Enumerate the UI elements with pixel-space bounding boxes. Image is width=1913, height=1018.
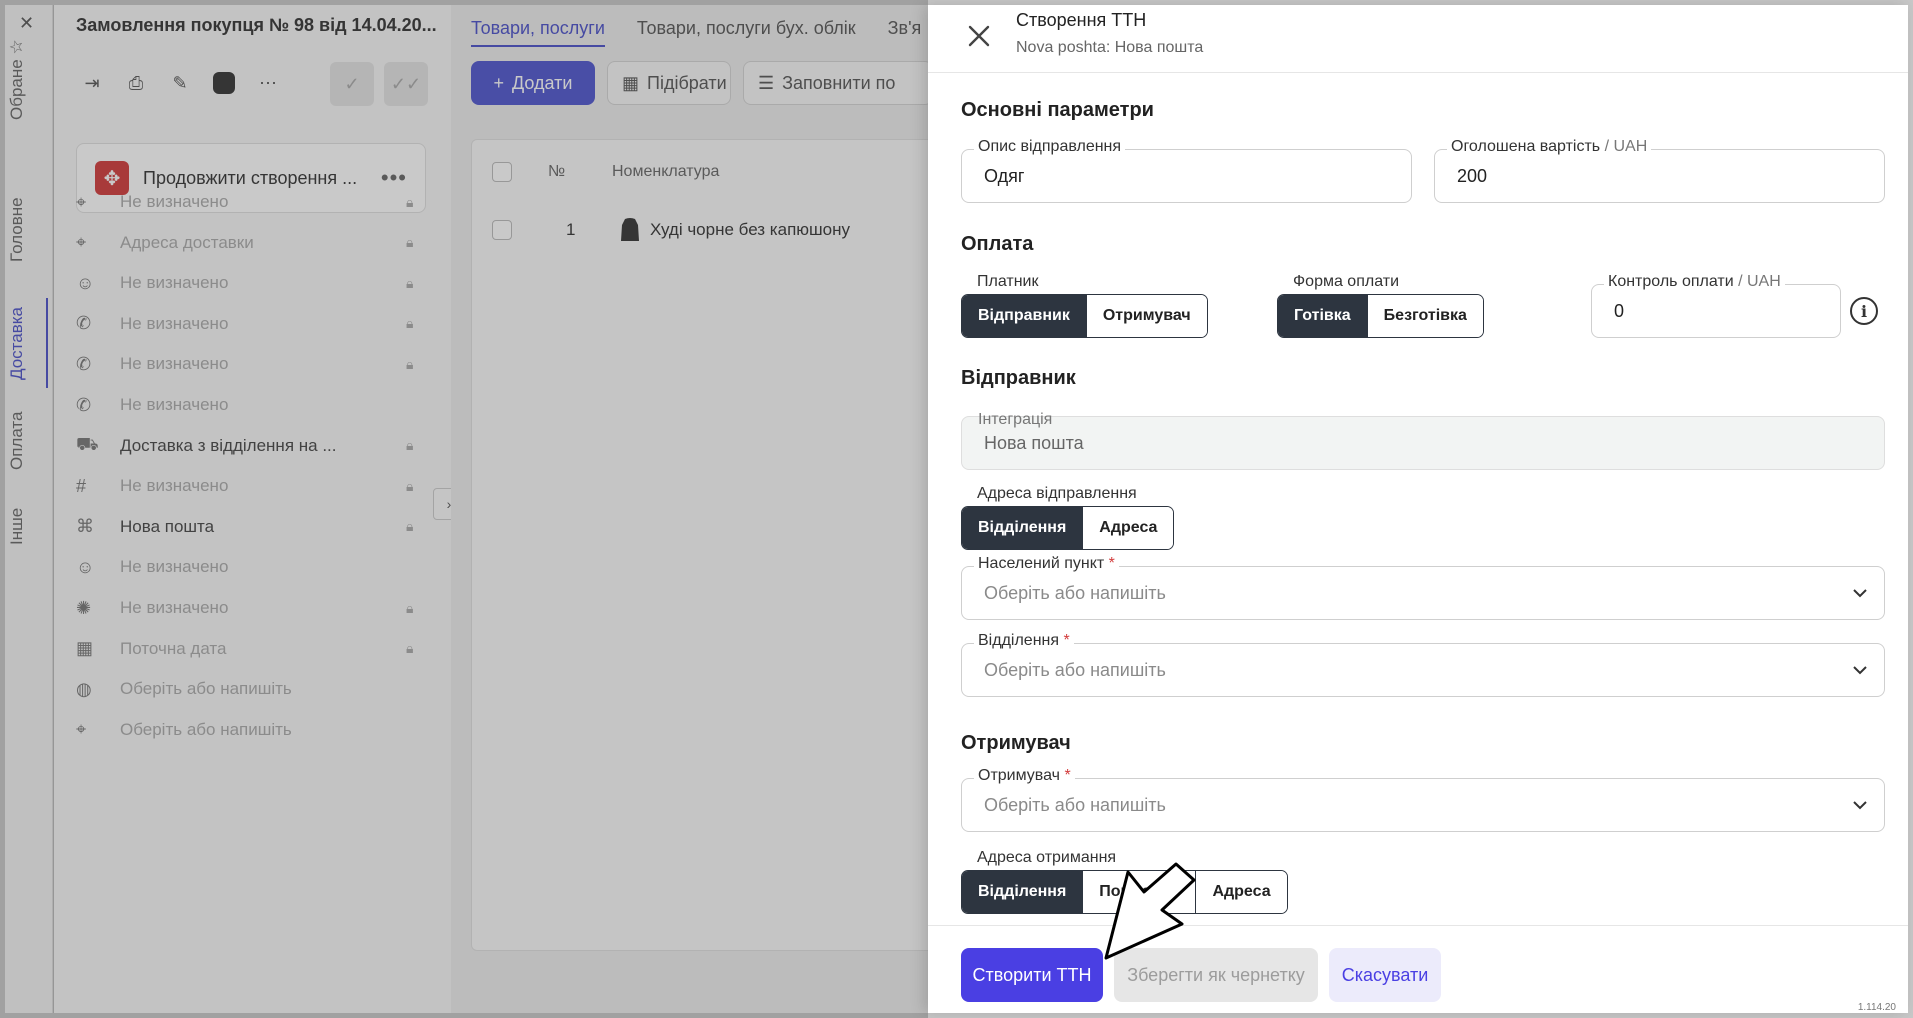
drawer-body: Основні параметри Опис відправлення Одяг… bbox=[928, 73, 1908, 925]
section-title-payment: Оплата bbox=[961, 233, 1034, 255]
shipment-description-field[interactable]: Опис відправлення Одяг bbox=[961, 138, 1412, 203]
drawer-title: Створення ТТН bbox=[1016, 10, 1147, 30]
integration-field: Інтеграція Нова пошта bbox=[961, 411, 1885, 470]
payment-control-field[interactable]: Контроль оплати / UAH 0 bbox=[1591, 273, 1841, 338]
payment-form-segmented-control: Готівка Безготівка bbox=[1277, 294, 1484, 338]
chevron-down-icon bbox=[1853, 666, 1867, 675]
declared-value-field[interactable]: Оголошена вартість / UAH 200 bbox=[1434, 138, 1885, 203]
cancel-button[interactable]: Скасувати bbox=[1329, 948, 1441, 1002]
recipient-label: Отримувач * bbox=[974, 767, 1075, 785]
modal-overlay[interactable] bbox=[0, 0, 928, 1018]
recipient-placeholder: Оберіть або напишіть bbox=[984, 795, 1166, 815]
save-draft-button[interactable]: Зберегти як чернетку bbox=[1114, 948, 1318, 1002]
payment-form-option-cashless[interactable]: Безготівка bbox=[1366, 295, 1483, 337]
receive-address-option-address[interactable]: Адреса bbox=[1195, 871, 1287, 913]
section-title-main: Основні параметри bbox=[961, 99, 1154, 121]
send-address-label: Адреса відправлення bbox=[977, 485, 1137, 502]
drawer-header: Створення ТТН Nova poshta: Нова пошта bbox=[928, 5, 1908, 73]
payment-form-label: Форма оплати bbox=[1293, 273, 1400, 290]
chevron-down-icon bbox=[1853, 801, 1867, 810]
recipient-select[interactable]: Отримувач * Оберіть або напишіть bbox=[961, 767, 1885, 832]
city-label-text: Населений пункт bbox=[978, 555, 1105, 572]
section-title-sender: Відправник bbox=[961, 367, 1076, 389]
drawer-subtitle: Nova poshta: Нова пошта bbox=[1016, 39, 1204, 56]
receive-address-option-branch[interactable]: Відділення bbox=[962, 871, 1083, 913]
shipment-description-label: Опис відправлення bbox=[974, 138, 1126, 156]
receive-address-label: Адреса отримання bbox=[977, 849, 1117, 866]
integration-label: Інтеграція bbox=[978, 411, 1053, 428]
close-icon bbox=[968, 25, 990, 47]
send-address-option-address[interactable]: Адреса bbox=[1082, 507, 1174, 549]
send-address-segmented-control: Відділення Адреса bbox=[961, 506, 1175, 550]
integration-value: Нова пошта bbox=[984, 433, 1084, 453]
city-placeholder: Оберіть або напишіть bbox=[984, 583, 1166, 603]
section-title-recipient: Отримувач bbox=[961, 732, 1071, 754]
payment-control-value: 0 bbox=[1614, 301, 1625, 321]
branch-placeholder: Оберіть або напишіть bbox=[984, 660, 1166, 680]
declared-value-unit: / UAH bbox=[1600, 138, 1648, 155]
version-label: 1.114.20 bbox=[1857, 1002, 1896, 1013]
branch-select[interactable]: Відділення * Оберіть або напишіть bbox=[961, 632, 1885, 697]
create-ttn-drawer: Створення ТТН Nova poshta: Нова пошта Ос… bbox=[928, 5, 1908, 1013]
chevron-down-icon bbox=[1853, 589, 1867, 598]
payment-control-unit: / UAH bbox=[1733, 273, 1781, 290]
branch-label: Відділення * bbox=[974, 632, 1074, 650]
payer-option-sender[interactable]: Відправник bbox=[962, 295, 1086, 337]
payment-control-label: Контроль оплати / UAH bbox=[1604, 273, 1785, 291]
drawer-footer: Створити ТТН Зберегти як чернетку Скасув… bbox=[928, 925, 1908, 1013]
payer-label: Платник bbox=[977, 273, 1039, 290]
payer-segmented-control: Відправник Отримувач bbox=[961, 294, 1208, 338]
declared-value-value: 200 bbox=[1457, 166, 1488, 186]
receive-address-segmented-control: Відділення Поштомат Адреса bbox=[961, 870, 1288, 914]
payment-control-label-text: Контроль оплати bbox=[1608, 273, 1734, 290]
branch-label-text: Відділення bbox=[978, 632, 1060, 649]
city-select[interactable]: Населений пункт * Оберіть або напишіть bbox=[961, 555, 1885, 620]
close-drawer-button[interactable] bbox=[964, 21, 994, 51]
payment-form-option-cash[interactable]: Готівка bbox=[1278, 295, 1367, 337]
info-icon[interactable]: i bbox=[1850, 297, 1878, 325]
receive-address-option-postomat[interactable]: Поштомат bbox=[1082, 871, 1196, 913]
send-address-option-branch[interactable]: Відділення bbox=[962, 507, 1083, 549]
recipient-label-text: Отримувач bbox=[978, 767, 1060, 784]
payer-option-recipient[interactable]: Отримувач bbox=[1085, 295, 1207, 337]
shipment-description-value: Одяг bbox=[984, 166, 1025, 186]
create-ttn-button[interactable]: Створити ТТН bbox=[961, 948, 1103, 1002]
declared-value-label-text: Оголошена вартість bbox=[1451, 138, 1601, 155]
declared-value-label: Оголошена вартість / UAH bbox=[1447, 138, 1652, 156]
city-label: Населений пункт * bbox=[974, 555, 1119, 573]
